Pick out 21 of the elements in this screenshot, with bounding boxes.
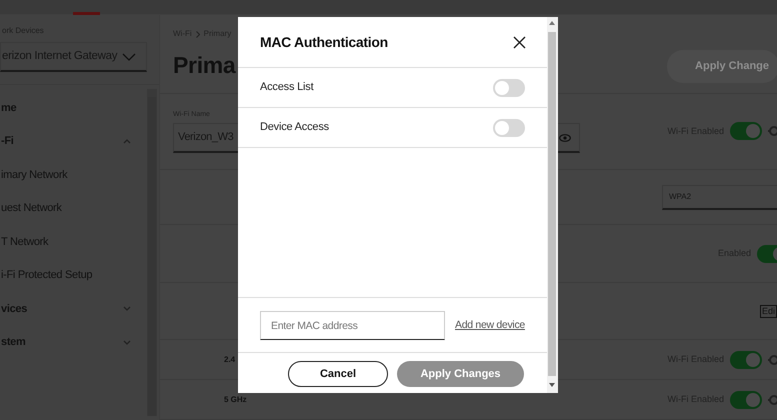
add-device-link[interactable]: Add new device: [455, 318, 525, 334]
toggle-switch[interactable]: [730, 390, 762, 409]
cancel-button[interactable]: Cancel: [288, 361, 388, 387]
toggle-switch[interactable]: [492, 118, 525, 136]
toggle-switch[interactable]: [730, 122, 762, 140]
option-label: Access List: [260, 80, 314, 96]
toggle-switch[interactable]: [492, 78, 525, 96]
apply-changes-button[interactable]: Apply Change: [667, 50, 777, 82]
mac-address-field[interactable]: Enter MAC address: [260, 311, 445, 340]
scrollbar[interactable]: [546, 17, 558, 393]
chevron-down-icon: [122, 52, 136, 60]
dialog-title: MAC Authentication: [260, 34, 388, 50]
eye-icon: [559, 134, 571, 142]
scroll-up-icon: [549, 21, 556, 25]
option-label: Device Access: [260, 120, 329, 136]
close-icon: [512, 36, 526, 48]
scroll-down-icon: [549, 383, 556, 387]
toggle-switch[interactable]: [730, 350, 762, 369]
close-button[interactable]: [512, 36, 526, 48]
chevron-right-icon: [196, 30, 200, 38]
active-tab-indicator: [73, 12, 100, 15]
